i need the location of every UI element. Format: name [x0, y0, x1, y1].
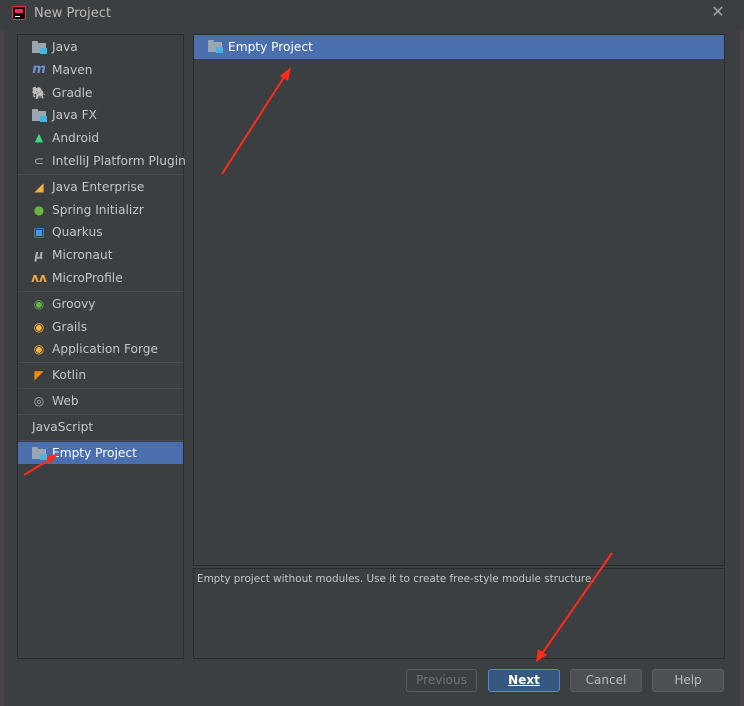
sidebar-item-label: MicroProfile: [52, 270, 123, 285]
template-item-empty-project[interactable]: Empty Project: [194, 35, 724, 59]
sidebar-item-groovy[interactable]: ◉ Groovy: [18, 293, 183, 316]
sidebar-item-label: Spring Initializr: [52, 202, 144, 217]
micronaut-icon: µ: [34, 248, 44, 263]
kotlin-icon: ◤: [34, 368, 44, 383]
sidebar-group-empty: Empty Project: [18, 441, 183, 466]
sidebar-item-label: Application Forge: [52, 342, 159, 357]
sidebar-item-java[interactable]: Java: [18, 36, 183, 59]
intellij-app-icon: [12, 6, 26, 20]
sidebar-group-java: Java m Maven 🐘 Gradle Java FX ▲ Android …: [18, 35, 186, 175]
sidebar-item-label: Groovy: [52, 296, 96, 311]
sidebar-item-label: JavaScript: [32, 419, 94, 434]
sidebar-item-label: Web: [52, 393, 79, 408]
spring-icon: ●: [33, 202, 45, 217]
sidebar-item-javafx[interactable]: Java FX: [18, 104, 183, 127]
sidebar-group-enterprise: ◢ Java Enterprise ● Spring Initializr ▣ …: [18, 175, 183, 292]
maven-icon: m: [32, 61, 46, 77]
next-button[interactable]: Next: [488, 669, 560, 692]
template-list: Empty Project: [193, 34, 725, 566]
cancel-button[interactable]: Cancel: [570, 669, 642, 692]
sidebar-item-label: Kotlin: [52, 368, 87, 383]
sidebar-item-maven[interactable]: m Maven: [18, 59, 183, 82]
sidebar-item-label: Empty Project: [52, 445, 137, 460]
sidebar-item-java-enterprise[interactable]: ◢ Java Enterprise: [18, 176, 183, 199]
background-window-edge: [0, 30, 4, 706]
sidebar-item-label: Android: [52, 131, 100, 146]
previous-button[interactable]: Previous: [406, 669, 477, 692]
sidebar-item-web[interactable]: ◎ Web: [18, 390, 183, 413]
sidebar-item-quarkus[interactable]: ▣ Quarkus: [18, 221, 183, 244]
sidebar-item-intellij-platform-plugin[interactable]: ⊂ IntelliJ Platform Plugin: [18, 150, 186, 173]
quarkus-icon: ▣: [33, 225, 45, 240]
template-item-label: Empty Project: [228, 40, 313, 54]
sidebar-group-javascript: JavaScript: [18, 415, 183, 441]
grails-icon: ◉: [33, 319, 45, 334]
description-text: Empty project without modules. Use it to…: [197, 573, 595, 585]
sidebar-item-label: Grails: [52, 319, 88, 334]
sidebar-item-label: IntelliJ Platform Plugin: [52, 153, 186, 168]
java-enterprise-icon: ◢: [34, 179, 44, 194]
close-icon[interactable]: ✕: [710, 4, 726, 20]
title-bar: New Project ✕: [0, 0, 744, 28]
gradle-icon: 🐘: [31, 85, 47, 100]
sidebar-item-label: Gradle: [52, 85, 93, 100]
sidebar-item-android[interactable]: ▲ Android: [18, 127, 183, 150]
template-description: Empty project without modules. Use it to…: [193, 568, 725, 659]
sidebar-item-label: Java FX: [52, 108, 97, 123]
empty-project-folder-icon: [32, 446, 47, 460]
sidebar-item-label: Quarkus: [52, 225, 103, 240]
project-type-list: Java m Maven 🐘 Gradle Java FX ▲ Android …: [17, 34, 186, 659]
sidebar-item-grails[interactable]: ◉ Grails: [18, 316, 183, 339]
android-icon: ▲: [34, 131, 44, 145]
plugin-icon: ⊂: [33, 153, 45, 168]
help-button[interactable]: Help: [652, 669, 724, 692]
sidebar-item-application-forge[interactable]: ◉ Application Forge: [18, 338, 183, 361]
sidebar-item-label: Java: [52, 40, 78, 54]
web-globe-icon: ◎: [33, 393, 45, 408]
sidebar-item-gradle[interactable]: 🐘 Gradle: [18, 82, 183, 105]
javafx-folder-icon: [32, 109, 47, 123]
java-folder-icon: [32, 41, 47, 54]
sidebar-item-label: Java Enterprise: [52, 179, 145, 194]
sidebar-item-microprofile[interactable]: ʌʌ MicroProfile: [18, 267, 183, 290]
window-title: New Project: [34, 6, 111, 21]
sidebar-item-spring-initializr[interactable]: ● Spring Initializr: [18, 199, 183, 222]
sidebar-item-kotlin[interactable]: ◤ Kotlin: [18, 364, 183, 387]
background-window-edge: [740, 30, 744, 706]
sidebar-group-kotlin: ◤ Kotlin: [18, 363, 183, 389]
sidebar-item-label: Micronaut: [52, 248, 113, 263]
sidebar-group-groovy: ◉ Groovy ◉ Grails ◉ Application Forge: [18, 292, 183, 364]
sidebar-item-label: Maven: [52, 62, 93, 77]
empty-project-folder-icon: [208, 40, 223, 53]
microprofile-icon: ʌʌ: [31, 270, 47, 285]
application-forge-icon: ◉: [33, 342, 45, 357]
sidebar-item-javascript[interactable]: JavaScript: [18, 416, 183, 439]
sidebar-group-web: ◎ Web: [18, 389, 183, 415]
groovy-icon: ◉: [33, 296, 45, 311]
sidebar-item-micronaut[interactable]: µ Micronaut: [18, 244, 183, 267]
sidebar-item-empty-project[interactable]: Empty Project: [18, 441, 183, 465]
